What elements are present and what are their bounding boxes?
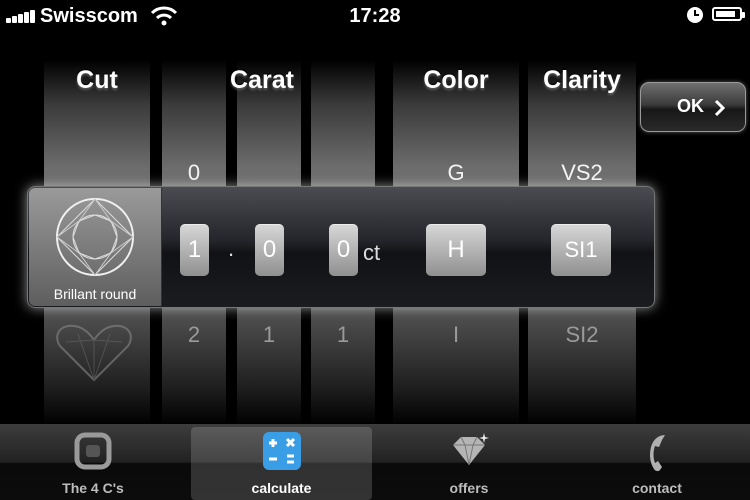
ok-button[interactable]: OK	[640, 82, 746, 132]
tab-contact[interactable]: contact	[564, 427, 750, 500]
clarity-heading: Clarity	[543, 66, 621, 94]
heart-diamond-icon[interactable]	[54, 322, 134, 384]
clarity-selected[interactable]: SI1	[551, 224, 611, 276]
carat-digit1-below[interactable]: 2	[162, 322, 226, 348]
tab-label: offers	[449, 480, 489, 496]
carat-digit2-selected[interactable]: 0	[255, 224, 284, 276]
status-bar: Swisscom 17:28	[0, 0, 750, 32]
diamond-icon	[453, 433, 489, 466]
carat-digit3-below[interactable]: 1	[311, 322, 375, 348]
clarity-above[interactable]: VS2	[528, 160, 636, 186]
ring-icon	[74, 432, 112, 470]
chevron-right-icon	[714, 99, 726, 117]
tab-label: The 4 C's	[62, 480, 124, 496]
carat-digit3-selected[interactable]: 0	[329, 224, 358, 276]
carat-digit2-below[interactable]: 1	[237, 322, 301, 348]
status-time: 17:28	[349, 5, 401, 27]
tab-label: contact	[632, 480, 682, 496]
battery-icon	[712, 7, 745, 21]
color-selected[interactable]: H	[426, 224, 486, 276]
cut-heading: Cut	[76, 66, 118, 94]
tab-the-4-cs[interactable]: The 4 C's	[0, 427, 186, 500]
carat-digit1-above[interactable]: 0	[162, 160, 226, 186]
ok-button-label: OK	[677, 96, 704, 116]
carat-digit1-selected[interactable]: 1	[180, 224, 209, 276]
clarity-below[interactable]: SI2	[528, 322, 636, 348]
color-heading: Color	[423, 66, 489, 94]
color-above[interactable]: G	[393, 160, 519, 186]
color-below[interactable]: I	[393, 322, 519, 348]
round-diamond-icon	[56, 198, 134, 276]
tab-calculate[interactable]: calculate	[191, 427, 372, 500]
carat-unit: ct	[363, 240, 381, 265]
calculator-icon	[262, 432, 301, 470]
alarm-clock-icon	[687, 7, 703, 23]
carat-heading: Carat	[230, 66, 294, 94]
carat-decimal-point: .	[228, 236, 235, 261]
cut-selected-label: Brillant round	[53, 286, 137, 302]
phone-icon	[650, 435, 665, 472]
tab-offers[interactable]: offers	[376, 427, 562, 500]
tab-label: calculate	[251, 480, 312, 496]
